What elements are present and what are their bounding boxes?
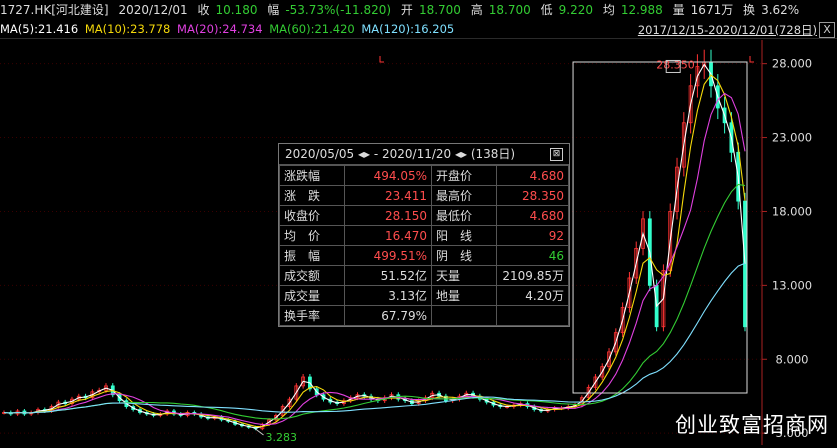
stats-row: 收盘价 28.150 最低价 4.680 [279, 205, 569, 226]
range-stats-panel: 2020/05/05 ◂▸ - 2020/11/20 ◂▸ (138日) ⊠ 涨… [278, 143, 570, 327]
close-value: 10.180 [215, 3, 258, 17]
low-value: 9.220 [558, 3, 593, 17]
quote-date: 2020/12/01 [118, 3, 188, 17]
stats-key: 天量 [431, 265, 497, 286]
stats-key: 成交额 [279, 265, 345, 286]
stats-row: 均 价 16.470 阳 线 92 [279, 225, 569, 246]
stats-value: 23.411 [344, 185, 432, 206]
open-label: 开 [400, 3, 413, 17]
stats-row: 涨跌幅 494.05% 开盘价 4.680 [279, 165, 569, 186]
y-tick-label: 13.000 [772, 278, 812, 292]
stats-value: 28.350 [496, 185, 569, 206]
stats-close-icon[interactable]: ⊠ [550, 148, 563, 161]
y-tick-label: 28.000 [772, 57, 812, 71]
low-label: 低 [540, 3, 553, 17]
stats-key: 阴 线 [431, 245, 497, 266]
high-value: 18.700 [488, 3, 531, 17]
stats-row: 振 幅 499.51% 阴 线 46 [279, 245, 569, 266]
header-divider [0, 38, 837, 39]
close-label: 收 [197, 3, 210, 17]
ma60-label: MA(60):21.420 [269, 22, 355, 36]
stats-value: 46 [496, 245, 569, 266]
stats-value: 16.470 [344, 225, 432, 246]
stats-key: 振 幅 [279, 245, 345, 266]
stats-value: 92 [496, 225, 569, 246]
stats-key: 开盘价 [431, 165, 497, 186]
stats-key: 最高价 [431, 185, 497, 206]
stats-value: 51.52亿 [344, 265, 432, 286]
stats-row: 成交额 51.52亿 天量 2109.85万 [279, 265, 569, 286]
stats-key: 换手率 [279, 305, 345, 326]
stats-key: 阳 线 [431, 225, 497, 246]
stats-value [496, 305, 569, 326]
period-marker [379, 56, 384, 63]
ma120-label: MA(120):16.205 [361, 22, 455, 36]
y-tick-label: 8.000 [776, 352, 809, 366]
stats-value: 4.680 [496, 205, 569, 226]
stats-key: 最低价 [431, 205, 497, 226]
stats-value: 494.05% [344, 165, 432, 186]
stock-code: 1727.HK[河北建设] [0, 3, 109, 17]
vol-label: 量 [672, 3, 685, 17]
stats-row: 换手率 67.79% [279, 305, 569, 326]
stats-key: 涨跌幅 [279, 165, 345, 186]
stats-key: 收盘价 [279, 205, 345, 226]
vol-value: 1671万 [690, 3, 734, 17]
ma20-label: MA(20):24.734 [177, 22, 263, 36]
stats-value: 28.150 [344, 205, 432, 226]
watermark: 创业致富招商网 [675, 413, 829, 437]
turnover-label: 换 [743, 3, 756, 17]
stats-value: 499.51% [344, 245, 432, 266]
low-marker-label: 3.283 [266, 431, 298, 444]
date-range-label[interactable]: 2017/12/15-2020/12/01(728日) [638, 22, 817, 38]
stats-key: 地量 [431, 285, 497, 306]
avg-label: 均 [602, 3, 615, 17]
stats-key [431, 305, 497, 326]
close-range-button[interactable]: X [819, 22, 835, 38]
selection-box [572, 61, 748, 394]
stats-value: 67.79% [344, 305, 432, 326]
ma10-label: MA(10):23.778 [84, 22, 171, 36]
high-label: 高 [470, 3, 483, 17]
stats-key: 涨 跌 [279, 185, 345, 206]
y-tick-label: 18.000 [772, 204, 812, 218]
stats-value: 2109.85万 [496, 265, 569, 286]
y-tick-label: 23.000 [772, 131, 812, 145]
period-marker [749, 56, 754, 63]
stats-key: 均 价 [279, 225, 345, 246]
stats-row: 涨 跌 23.411 最高价 28.350 [279, 185, 569, 206]
ma5-label: MA(5):21.416 [0, 22, 79, 36]
avg-value: 12.988 [620, 3, 663, 17]
stats-value: 4.20万 [496, 285, 569, 306]
open-value: 18.700 [418, 3, 461, 17]
amp-value: -53.73%(-11.820) [285, 3, 392, 17]
amp-label: 幅 [267, 3, 280, 17]
quote-header: 1727.HK[河北建设] 2020/12/01 收 10.180 幅 -53.73… [0, 0, 837, 20]
stats-value: 3.13亿 [344, 285, 432, 306]
stats-row: 成交量 3.13亿 地量 4.20万 [279, 285, 569, 306]
stats-value: 4.680 [496, 165, 569, 186]
stats-range: 2020/05/05 ◂▸ - 2020/11/20 ◂▸ (138日) [285, 147, 516, 161]
stats-header: 2020/05/05 ◂▸ - 2020/11/20 ◂▸ (138日) ⊠ [279, 144, 569, 165]
stats-key: 成交量 [279, 285, 345, 306]
stats-table: 涨跌幅 494.05% 开盘价 4.680 涨 跌 23.411 最高价 28.350 收盘价 2… [279, 165, 569, 326]
turnover-value: 3.62% [761, 3, 800, 17]
